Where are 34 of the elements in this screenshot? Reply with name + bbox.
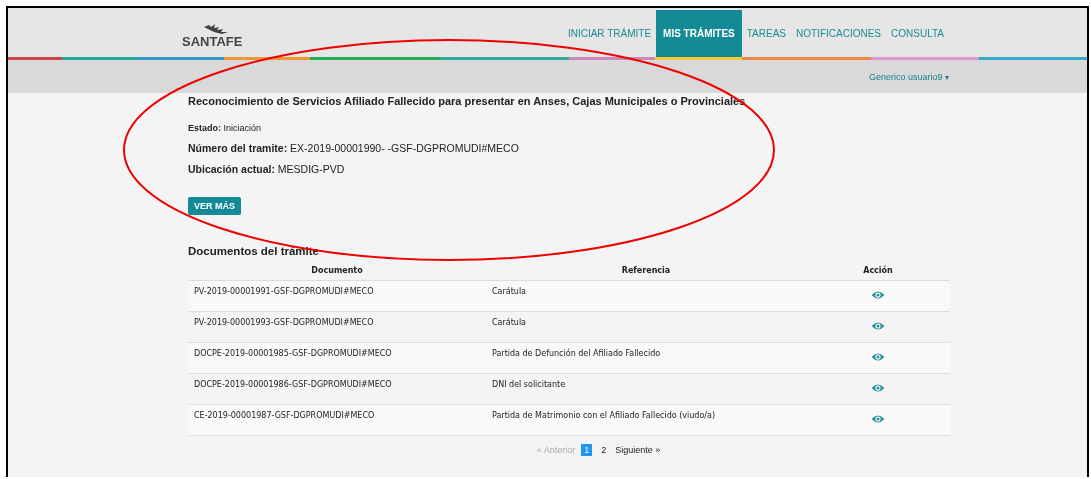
- caret-icon: ▾: [945, 72, 949, 82]
- nav-tab[interactable]: TAREAS: [741, 10, 791, 57]
- table-cell: Carátula: [492, 318, 526, 327]
- view-icon[interactable]: [871, 414, 885, 424]
- status-text: Estado: Iniciación: [188, 123, 263, 133]
- table-cell: Partida de Defunción del Afiliado Fallecido: [492, 349, 661, 358]
- table-cell: DNI del solicitante: [492, 380, 566, 389]
- page-link[interactable]: 1: [581, 444, 593, 456]
- table-cell: PV-2019-00001993-GSF-DGPROMUDI#MECO: [194, 318, 374, 327]
- table-cell: DOCPE-2019-00001985-GSF-DGPROMUDI#MECO: [194, 349, 392, 358]
- nav-tab[interactable]: NOTIFICACIONES: [791, 10, 887, 57]
- column-header: Acción: [863, 266, 893, 275]
- view-icon[interactable]: [871, 383, 885, 393]
- column-header: Documento: [311, 266, 363, 275]
- view-icon[interactable]: [871, 290, 885, 300]
- table-cell: Carátula: [492, 287, 526, 296]
- ver-mas-button[interactable]: VER MÁS: [188, 197, 241, 215]
- view-icon[interactable]: [871, 321, 885, 331]
- nav-tab[interactable]: CONSULTA: [886, 10, 949, 57]
- table-cell: DOCPE-2019-00001986-GSF-DGPROMUDI#MECO: [194, 380, 392, 389]
- next-link[interactable]: Siguiente »: [615, 445, 661, 455]
- current-location: Ubicación actual: MESDIG-PVD: [188, 163, 346, 175]
- nav-tab[interactable]: INICIAR TRÁMITE: [562, 10, 657, 57]
- page-link[interactable]: 2: [598, 444, 610, 456]
- table-cell: CE-2019-00001987-GSF-DGPROMUDI#MECO: [194, 411, 375, 420]
- column-header: Referencia: [621, 266, 671, 275]
- nav-tab[interactable]: MIS TRÁMITES: [656, 10, 742, 57]
- section-title: Documentos del trámite: [188, 245, 320, 257]
- view-icon[interactable]: [871, 352, 885, 362]
- table-cell: Partida de Matrimonio con el Afiliado Fallecido (viudo/a): [492, 411, 716, 420]
- tramite-number: Número del tramite: EX-2019-00001990- -GSF-DGPROMUDI#MECO: [188, 142, 520, 154]
- table-cell: PV-2019-00001991-GSF-DGPROMUDI#MECO: [194, 287, 374, 296]
- user-menu[interactable]: Generico usuario9 ▾: [868, 71, 949, 82]
- logo-text: SANTAFE: [182, 34, 243, 49]
